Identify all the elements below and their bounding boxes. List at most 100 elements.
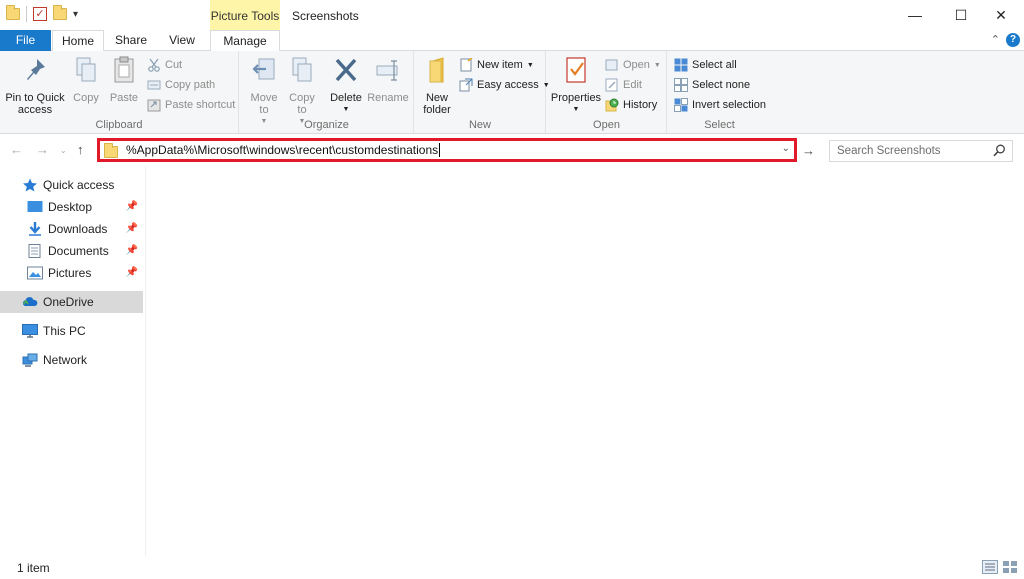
navigation-pane: Quick access Desktop 📌 Downloads 📌 Docum… — [0, 170, 145, 555]
open-label: Open — [623, 59, 650, 71]
invert-selection-label: Invert selection — [692, 99, 766, 111]
open-group: Properties ▼ Open ▼ Edit History Open — [547, 51, 667, 133]
details-view-icon[interactable] — [982, 560, 998, 574]
nav-downloads[interactable]: Downloads 📌 — [0, 218, 143, 240]
help-icon[interactable]: ? — [1006, 33, 1020, 47]
nav-desktop-label: Desktop — [48, 200, 93, 214]
picture-icon — [27, 266, 43, 280]
star-icon — [23, 178, 37, 192]
go-arrow-icon[interactable]: → — [802, 143, 815, 158]
properties-button[interactable]: Properties ▼ — [549, 55, 603, 116]
easy-access-button[interactable]: Easy access ▼ — [459, 76, 550, 94]
pin-icon: 📌 — [125, 201, 138, 212]
pin-label: Pin to Quick access — [5, 92, 65, 116]
rename-button[interactable]: Rename — [366, 55, 410, 104]
tab-home[interactable]: Home — [52, 30, 104, 52]
copy-button[interactable]: Copy — [68, 55, 104, 104]
nav-desktop[interactable]: Desktop 📌 — [0, 196, 143, 218]
forward-arrow-icon[interactable]: → — [36, 142, 49, 157]
nav-documents-label: Documents — [48, 244, 109, 258]
paste-shortcut-icon — [147, 99, 161, 112]
up-arrow-icon[interactable]: ↑ — [77, 142, 84, 157]
nav-network[interactable]: Network — [0, 349, 143, 371]
copy-path-label: Copy path — [165, 79, 216, 91]
search-icon[interactable] — [993, 144, 1006, 157]
copy-path-button[interactable]: Copy path — [147, 76, 215, 94]
address-folder-icon — [104, 142, 118, 158]
cut-label: Cut — [165, 59, 183, 71]
select-all-label: Select all — [692, 59, 737, 71]
delete-button[interactable]: Delete ▼ — [326, 55, 366, 116]
open-button[interactable]: Open ▼ — [605, 56, 661, 74]
network-icon — [22, 353, 38, 367]
tab-share[interactable]: Share — [106, 30, 156, 51]
paste-button[interactable]: Paste — [106, 55, 142, 104]
customize-toolbar-dropdown-icon[interactable]: ▾ — [73, 9, 78, 20]
pin-icon: 📌 — [125, 223, 138, 234]
nav-onedrive[interactable]: OneDrive — [0, 291, 143, 313]
open-group-label: Open — [593, 119, 620, 131]
window-title: Screenshots — [292, 9, 359, 23]
nav-quick-access[interactable]: Quick access — [0, 174, 143, 196]
invert-selection-button[interactable]: Invert selection — [674, 96, 766, 114]
new-item-button[interactable]: New item ▼ — [459, 56, 534, 74]
close-button[interactable]: ✕ — [978, 0, 1024, 30]
move-to-button[interactable]: Move to ▼ — [246, 55, 282, 128]
download-arrow-icon — [29, 222, 41, 236]
nav-pictures[interactable]: Pictures 📌 — [0, 262, 143, 284]
rename-icon — [376, 60, 398, 81]
status-bar: 1 item — [0, 556, 1024, 579]
address-bar[interactable]: %AppData%\Microsoft\windows\recent\custo… — [97, 138, 797, 162]
nav-documents[interactable]: Documents 📌 — [0, 240, 143, 262]
divider — [26, 6, 27, 22]
select-none-icon — [674, 78, 688, 92]
collapse-ribbon-icon[interactable]: ⌃ — [991, 33, 1000, 46]
new-folder-button[interactable]: New folder — [419, 55, 455, 116]
properties-check-icon[interactable]: ✓ — [33, 7, 47, 21]
computer-icon — [22, 324, 38, 338]
select-none-button[interactable]: Select none — [674, 76, 750, 94]
easy-access-icon — [459, 78, 473, 92]
back-arrow-icon[interactable]: ← — [10, 142, 23, 157]
minimize-button[interactable]: — — [892, 0, 938, 30]
properties-label: Properties — [550, 92, 602, 104]
folder-icon[interactable] — [6, 5, 20, 20]
address-dropdown-icon[interactable]: ⌄ — [782, 143, 790, 154]
pin-icon: 📌 — [125, 267, 138, 278]
new-folder-icon[interactable] — [53, 5, 67, 20]
paste-shortcut-button[interactable]: Paste shortcut — [147, 96, 235, 114]
invert-selection-icon — [674, 98, 688, 112]
select-group: Select all Select none Invert selection … — [668, 51, 771, 133]
search-box[interactable]: Search Screenshots — [829, 140, 1013, 162]
nav-this-pc[interactable]: This PC — [0, 320, 143, 342]
pin-to-quick-access-button[interactable]: Pin to Quick access — [4, 55, 66, 116]
recent-locations-chevron-icon[interactable]: ⌄ — [60, 146, 67, 155]
tab-file[interactable]: File — [0, 30, 51, 51]
nav-quick-access-label: Quick access — [43, 178, 115, 192]
cut-button[interactable]: Cut — [147, 56, 182, 74]
large-icons-view-icon[interactable] — [1002, 560, 1018, 574]
organize-group-label: Organize — [304, 119, 349, 131]
title-bar: ✓ ▾ Picture Tools Screenshots — ☐ ✕ — [0, 0, 1024, 30]
ribbon-home: Pin to Quick access Copy Paste Cut Copy … — [0, 51, 1024, 134]
select-all-button[interactable]: Select all — [674, 56, 737, 74]
copy-to-button[interactable]: Copy to ▼ — [284, 55, 320, 128]
tab-view[interactable]: View — [158, 30, 206, 51]
pane-divider[interactable] — [145, 166, 146, 556]
paste-label: Paste — [109, 92, 139, 104]
nav-onedrive-label: OneDrive — [43, 295, 94, 309]
copy-path-icon — [147, 80, 161, 90]
new-item-icon — [460, 58, 473, 72]
tab-manage[interactable]: Manage — [210, 30, 280, 51]
open-icon — [605, 59, 618, 71]
edit-button[interactable]: Edit — [605, 76, 642, 94]
address-input[interactable]: %AppData%\Microsoft\windows\recent\custo… — [126, 143, 438, 157]
open-dropdown-icon: ▼ — [653, 61, 661, 69]
pin-icon: 📌 — [125, 245, 138, 256]
quick-access-toolbar: ✓ ▾ — [6, 5, 78, 22]
search-placeholder: Search Screenshots — [837, 145, 941, 157]
edit-label: Edit — [623, 79, 642, 91]
history-button[interactable]: History — [605, 96, 657, 114]
clipboard-group: Pin to Quick access Copy Paste Cut Copy … — [0, 51, 239, 133]
select-group-label: Select — [704, 119, 735, 131]
